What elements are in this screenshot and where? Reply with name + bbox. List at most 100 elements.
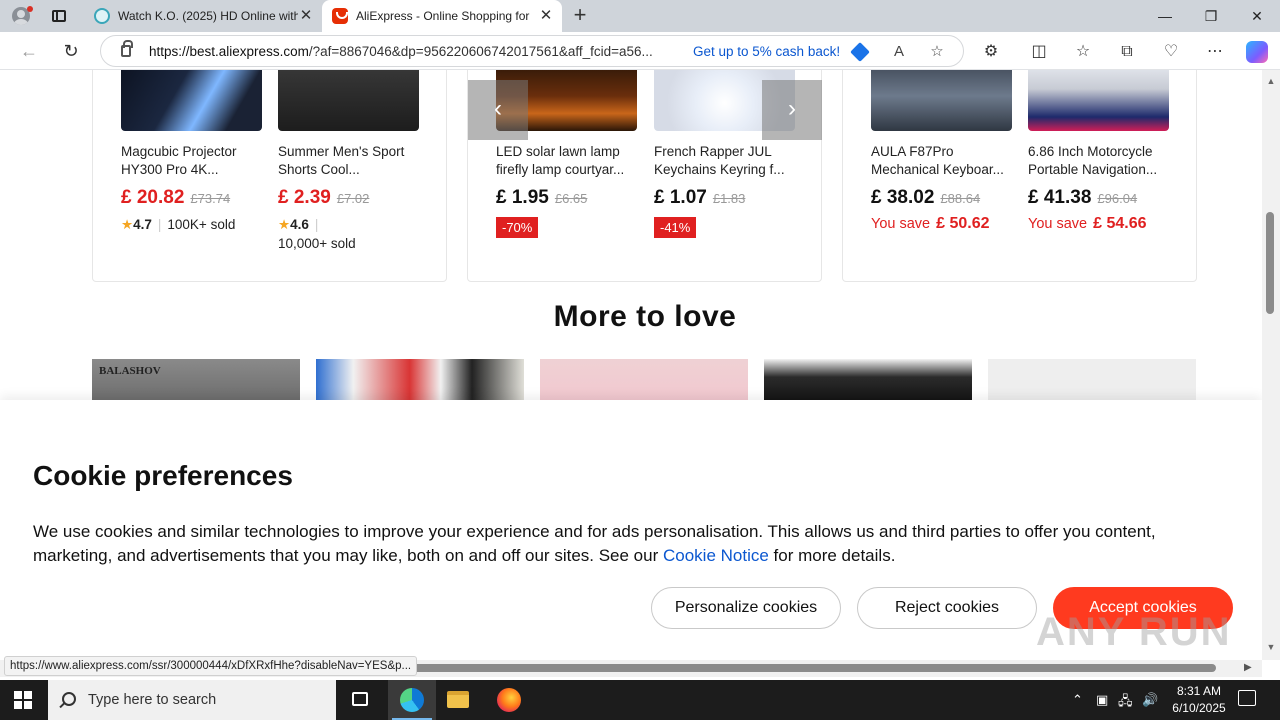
deals-card-middle: LED solar lawn lamp firefly lamp courtya… bbox=[467, 70, 822, 282]
tab-actions-button[interactable] bbox=[48, 6, 70, 26]
personalize-cookies-button[interactable]: Personalize cookies bbox=[651, 587, 841, 629]
scroll-right-arrow-icon[interactable]: ▶ bbox=[1244, 662, 1252, 673]
product-price: £ 1.95 bbox=[496, 187, 549, 208]
section-title: More to love bbox=[553, 300, 737, 333]
back-button[interactable]: ← bbox=[16, 39, 42, 63]
product-price: £ 1.07 bbox=[654, 187, 707, 208]
address-bar[interactable]: https://best.aliexpress.com/?af=8867046&… bbox=[100, 35, 964, 67]
product-name[interactable]: 6.86 Inch Motorcycle Portable Navigation… bbox=[1028, 143, 1176, 179]
new-tab-button[interactable]: + bbox=[568, 4, 592, 28]
favorites-icon[interactable]: ☆ bbox=[1072, 41, 1094, 63]
discount-badge: -70% bbox=[496, 217, 539, 238]
taskbar-search[interactable]: Type here to search bbox=[48, 680, 336, 720]
scroll-up-arrow-icon[interactable]: ▲ bbox=[1266, 76, 1276, 86]
notification-dot bbox=[27, 6, 33, 12]
refresh-button[interactable]: ↻ bbox=[58, 39, 84, 63]
device-icon[interactable]: ▣ bbox=[1096, 692, 1108, 708]
carousel-next-button[interactable]: › bbox=[762, 80, 822, 140]
close-window-button[interactable]: ✕ bbox=[1234, 0, 1280, 32]
product-price: £ 2.39 bbox=[278, 187, 331, 208]
product-tile[interactable]: BALASHOV bbox=[92, 359, 300, 404]
page-content: Magcubic Projector HY300 Pro 4K... £ 20.… bbox=[0, 70, 1262, 660]
you-save: You save £ 50.62 bbox=[871, 215, 990, 232]
product-price: £ 41.38 bbox=[1028, 187, 1092, 208]
product-name[interactable]: LED solar lawn lamp firefly lamp courtya… bbox=[496, 143, 644, 179]
star-icon: ★ bbox=[278, 217, 291, 232]
profile-button[interactable] bbox=[8, 4, 34, 28]
product-image[interactable] bbox=[278, 70, 419, 131]
scroll-down-arrow-icon[interactable]: ▼ bbox=[1266, 642, 1276, 652]
tab-title: Watch K.O. (2025) HD Online with bbox=[118, 9, 298, 23]
product-image[interactable] bbox=[871, 70, 1012, 131]
accept-cookies-button[interactable]: Accept cookies bbox=[1053, 587, 1233, 629]
windows-taskbar: Type here to search ⌃ ▣ 🖧 🔊 8:31 AM 6/10… bbox=[0, 680, 1280, 720]
file-explorer-button[interactable] bbox=[434, 680, 482, 720]
product-card[interactable]: Magcubic Projector HY300 Pro 4K... £ 20.… bbox=[121, 70, 269, 234]
original-price: £88.64 bbox=[940, 191, 981, 206]
reject-cookies-button[interactable]: Reject cookies bbox=[857, 587, 1037, 629]
more-menu-icon[interactable]: ⋯ bbox=[1204, 41, 1226, 63]
split-screen-icon[interactable]: ◫ bbox=[1028, 41, 1050, 63]
status-bar-url: https://www.aliexpress.com/ssr/300000444… bbox=[4, 656, 418, 676]
lock-icon bbox=[121, 40, 133, 57]
discount-badge: -41% bbox=[654, 217, 697, 238]
product-meta: ★4.7 | 100K+ sold bbox=[121, 217, 236, 232]
deals-card-left: Magcubic Projector HY300 Pro 4K... £ 20.… bbox=[92, 70, 447, 282]
product-tile[interactable] bbox=[316, 359, 524, 404]
extensions-icon[interactable]: ⚙ bbox=[980, 41, 1002, 63]
task-view-icon bbox=[352, 692, 368, 706]
product-tile[interactable] bbox=[540, 359, 748, 404]
product-meta: ★4.6 | 10,000+ sold bbox=[278, 217, 356, 251]
favorite-star-icon[interactable]: ☆ bbox=[927, 42, 947, 62]
cashback-promo[interactable]: Get up to 5% cash back! bbox=[693, 44, 840, 59]
system-clock[interactable]: 8:31 AM 6/10/2025 bbox=[1160, 683, 1238, 717]
edge-taskbar-button[interactable] bbox=[388, 680, 436, 720]
browser-essentials-icon[interactable]: ♡ bbox=[1160, 41, 1182, 63]
product-name[interactable]: Magcubic Projector HY300 Pro 4K... bbox=[121, 143, 269, 179]
original-price: £7.02 bbox=[336, 191, 370, 206]
cookie-body: We use cookies and similar technologies … bbox=[33, 522, 1156, 565]
site-favicon-icon bbox=[94, 8, 110, 24]
product-card[interactable]: 6.86 Inch Motorcycle Portable Navigation… bbox=[1028, 70, 1176, 233]
close-tab-icon[interactable]: ✕ bbox=[538, 8, 554, 24]
search-icon bbox=[62, 692, 76, 706]
product-card[interactable]: AULA F87Pro Mechanical Keyboar... £ 38.0… bbox=[871, 70, 1019, 233]
cookie-notice-link[interactable]: Cookie Notice bbox=[663, 546, 769, 565]
read-aloud-icon[interactable]: A bbox=[889, 42, 909, 62]
product-image[interactable] bbox=[121, 70, 262, 131]
product-tile[interactable] bbox=[764, 359, 972, 404]
minimize-button[interactable]: — bbox=[1142, 0, 1188, 32]
restore-button[interactable]: ❐ bbox=[1188, 0, 1234, 32]
tray-overflow-icon[interactable]: ⌃ bbox=[1072, 692, 1083, 708]
product-name[interactable]: Summer Men's Sport Shorts Cool... bbox=[278, 143, 426, 179]
vertical-scrollbar[interactable]: ▲ ▼ bbox=[1262, 70, 1280, 660]
product-price: £ 38.02 bbox=[871, 187, 935, 208]
product-name[interactable]: French Rapper JUL Keychains Keyring f... bbox=[654, 143, 802, 179]
browser-toolbar: ← ↻ https://best.aliexpress.com/?af=8867… bbox=[0, 32, 1280, 70]
firefox-button[interactable] bbox=[484, 680, 532, 720]
original-price: £1.83 bbox=[712, 191, 746, 206]
star-icon: ★ bbox=[121, 217, 134, 232]
notifications-icon[interactable] bbox=[1238, 690, 1256, 706]
tab-aliexpress[interactable]: AliExpress - Online Shopping for ✕ bbox=[322, 0, 562, 32]
url-text[interactable]: https://best.aliexpress.com/?af=8867046&… bbox=[149, 44, 679, 59]
product-name[interactable]: AULA F87Pro Mechanical Keyboar... bbox=[871, 143, 1019, 179]
carousel-prev-button[interactable]: ‹ bbox=[468, 80, 528, 140]
tab-bar: Watch K.O. (2025) HD Online with ✕ AliEx… bbox=[0, 0, 1280, 32]
cashback-tag-icon[interactable] bbox=[850, 42, 870, 62]
tab-watch-ko[interactable]: Watch K.O. (2025) HD Online with ✕ bbox=[84, 0, 322, 32]
product-image[interactable] bbox=[1028, 70, 1169, 131]
start-button[interactable] bbox=[14, 691, 32, 709]
scrollbar-thumb[interactable] bbox=[1266, 212, 1274, 314]
network-icon[interactable]: 🖧 bbox=[1118, 692, 1133, 714]
task-view-button[interactable] bbox=[336, 680, 384, 720]
product-card[interactable]: Summer Men's Sport Shorts Cool... £ 2.39… bbox=[278, 70, 426, 253]
you-save: You save £ 54.66 bbox=[1028, 215, 1147, 232]
collections-icon[interactable]: ⧉ bbox=[1116, 41, 1138, 63]
close-tab-icon[interactable]: ✕ bbox=[298, 8, 314, 24]
product-tile[interactable] bbox=[988, 359, 1196, 404]
original-price: £96.04 bbox=[1097, 191, 1138, 206]
cookie-title: Cookie preferences bbox=[33, 460, 293, 491]
volume-icon[interactable]: 🔊 bbox=[1142, 692, 1158, 708]
copilot-icon[interactable] bbox=[1246, 41, 1268, 63]
